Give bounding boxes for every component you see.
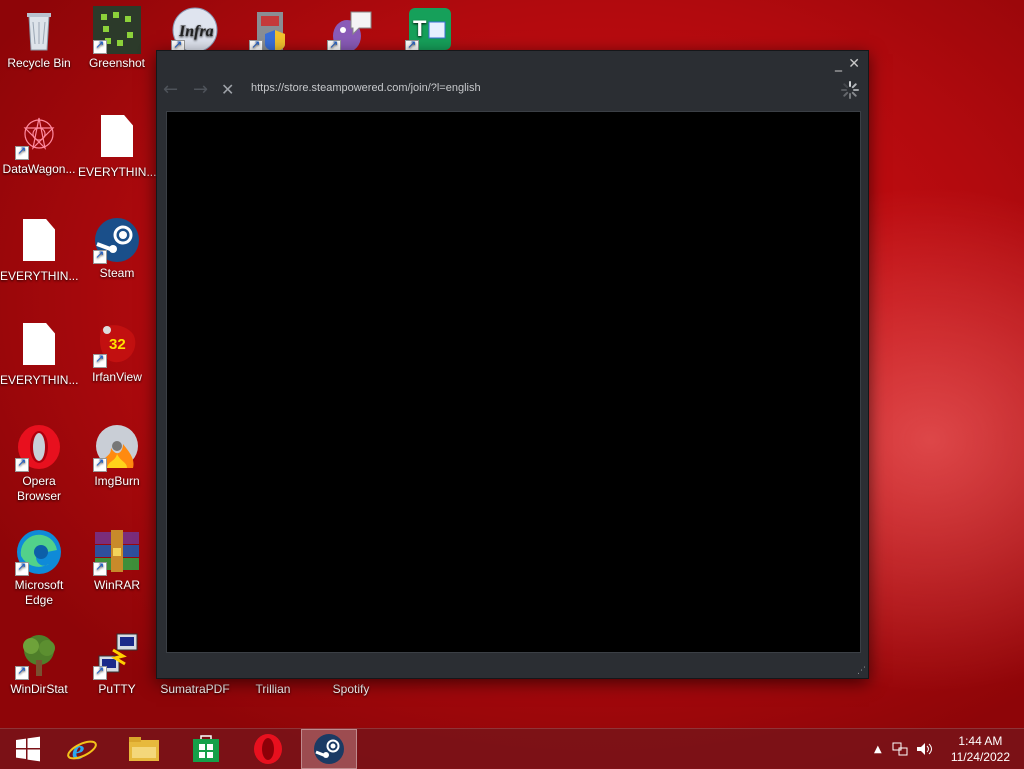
putty-icon — [93, 632, 141, 680]
shortcut-arrow-icon — [15, 664, 29, 680]
shortcut-arrow-icon — [93, 248, 107, 264]
shortcut-arrow-icon — [15, 456, 29, 472]
desktop-icon-windirstat[interactable]: WinDirStat — [0, 632, 78, 697]
desktop-icon-label: WinRAR — [93, 578, 140, 592]
desktop-icon-irfanview[interactable]: 32 IrfanView — [78, 320, 156, 385]
steam-icon — [314, 734, 344, 764]
document-icon — [15, 219, 63, 267]
desktop-icon-opera[interactable]: Opera Browser — [0, 424, 78, 504]
taskbar-internet-explorer[interactable]: e — [54, 729, 110, 769]
desktop-icon-label: Microsoft Edge — [14, 578, 64, 607]
taskbar-steam[interactable] — [301, 729, 357, 769]
desktop-icon-datawagon[interactable]: DataWagon... — [0, 112, 78, 177]
loading-spinner-icon — [841, 81, 859, 99]
shortcut-arrow-icon — [93, 560, 107, 576]
internet-explorer-icon: e — [67, 735, 97, 765]
opera-icon — [15, 424, 63, 472]
desktop-icon-everything-2[interactable]: EVERYTHIN... — [0, 320, 78, 388]
desktop-icon-edge[interactable]: Microsoft Edge — [0, 528, 78, 608]
url-display: https://store.steampowered.com/join/?l=e… — [251, 82, 481, 94]
desktop-icon-imgburn[interactable]: ImgBurn — [78, 424, 156, 489]
edge-icon — [15, 528, 63, 576]
pidgin-icon — [327, 6, 375, 54]
trillian-icon — [249, 6, 297, 54]
clock-time: 1:44 AM — [958, 734, 1003, 748]
desktop-icon-recycle-bin[interactable]: Recycle Bin — [0, 6, 78, 71]
clock-date: 11/24/2022 — [950, 750, 1010, 764]
desktop-icon-label: SumatraPDF — [160, 682, 230, 696]
taskbar-file-explorer[interactable] — [116, 729, 172, 769]
steam-icon — [93, 216, 141, 264]
store-icon — [193, 735, 219, 762]
desktop-icon-label: Greenshot — [88, 56, 146, 70]
desktop-icon-putty[interactable]: PuTTY — [78, 632, 156, 697]
desktop-icon-label: ImgBurn — [94, 474, 140, 488]
shortcut-arrow-icon — [15, 144, 29, 160]
desktop-icon-label: EVERYTHIN... — [0, 373, 79, 387]
desktop-icon-everything-3[interactable]: EVERYTHIN... — [78, 112, 156, 180]
windirstat-icon — [15, 632, 63, 680]
web-content-area[interactable] — [166, 111, 861, 653]
taskbar-store[interactable] — [178, 729, 234, 769]
desktop-icon-sumatrapdf[interactable]: Infra SumatraPDF — [156, 6, 234, 696]
winrar-icon — [93, 528, 141, 576]
document-icon — [93, 115, 141, 163]
desktop-icon-label: Recycle Bin — [7, 56, 71, 70]
desktop-icon-label: Spotify — [332, 682, 370, 696]
app-icon: T — [405, 6, 453, 54]
desktop-icon-label: Steam — [99, 266, 135, 280]
shortcut-arrow-icon — [93, 664, 107, 680]
desktop-icon-label: EVERYTHIN... — [78, 165, 157, 179]
desktop-icon-steam[interactable]: Steam — [78, 216, 156, 281]
shortcut-arrow-icon — [93, 38, 107, 54]
desktop-icon-winrar[interactable]: WinRAR — [78, 528, 156, 593]
desktop-icon-label: Trillian — [255, 682, 291, 696]
irfanview-icon: 32 — [93, 320, 141, 368]
desktop-icon-label: IrfanView — [92, 370, 142, 384]
shortcut-arrow-icon — [15, 560, 29, 576]
desktop-icon-app[interactable]: T — [390, 6, 468, 56]
start-button[interactable] — [0, 729, 56, 769]
desktop-icon-greenshot[interactable]: Greenshot — [78, 6, 156, 71]
shortcut-arrow-icon — [93, 456, 107, 472]
network-icon[interactable] — [892, 742, 908, 756]
irfanview-badge: 32 — [109, 336, 126, 353]
desktop-icon-label: DataWagon... — [2, 162, 76, 176]
minimize-button[interactable]: _ — [835, 56, 842, 72]
taskbar-opera[interactable] — [240, 729, 296, 769]
forward-button[interactable]: → — [193, 79, 208, 100]
recycle-bin-icon — [15, 6, 63, 54]
desktop: Recycle Bin DataWagon... EVERYTHIN... EV… — [0, 0, 1024, 728]
desktop-icon-label: PuTTY — [98, 682, 136, 696]
shortcut-arrow-icon — [93, 352, 107, 368]
desktop-icon-label: EVERYTHIN... — [0, 269, 79, 283]
desktop-icon-trillian[interactable]: Trillian — [234, 6, 312, 696]
folder-icon — [129, 737, 159, 761]
desktop-icon-spotify[interactable]: Spotify — [312, 6, 390, 696]
desktop-icon-label: Opera Browser — [16, 474, 61, 503]
close-button[interactable]: ✕ — [848, 56, 860, 72]
taskbar: e ▲ 1:44 AM 11/24/2022 — [0, 728, 1024, 769]
volume-icon[interactable] — [916, 742, 932, 756]
svg-text:e: e — [72, 735, 84, 765]
clock[interactable]: 1:44 AM 11/24/2022 — [951, 733, 1010, 765]
resize-grip-icon[interactable]: ⋰ — [857, 666, 866, 676]
show-hidden-icons-button[interactable]: ▲ — [874, 744, 882, 755]
sumatrapdf-icon: Infra — [171, 6, 219, 54]
svg-text:Infra: Infra — [178, 23, 214, 40]
desktop-icon-everything-1[interactable]: EVERYTHIN... — [0, 216, 78, 284]
back-button[interactable]: ← — [163, 79, 178, 100]
steam-browser-window: _ ✕ ← → ✕ https://store.steampowered.com… — [156, 50, 869, 679]
desktop-icon-label: WinDirStat — [10, 682, 68, 696]
imgburn-icon — [93, 424, 141, 472]
opera-icon — [254, 734, 282, 764]
datawagon-icon — [15, 112, 63, 160]
document-icon — [15, 323, 63, 371]
stop-button[interactable]: ✕ — [221, 80, 234, 99]
system-tray: ▲ — [874, 729, 932, 769]
greenshot-icon — [93, 6, 141, 54]
windows-logo-icon — [16, 736, 40, 762]
